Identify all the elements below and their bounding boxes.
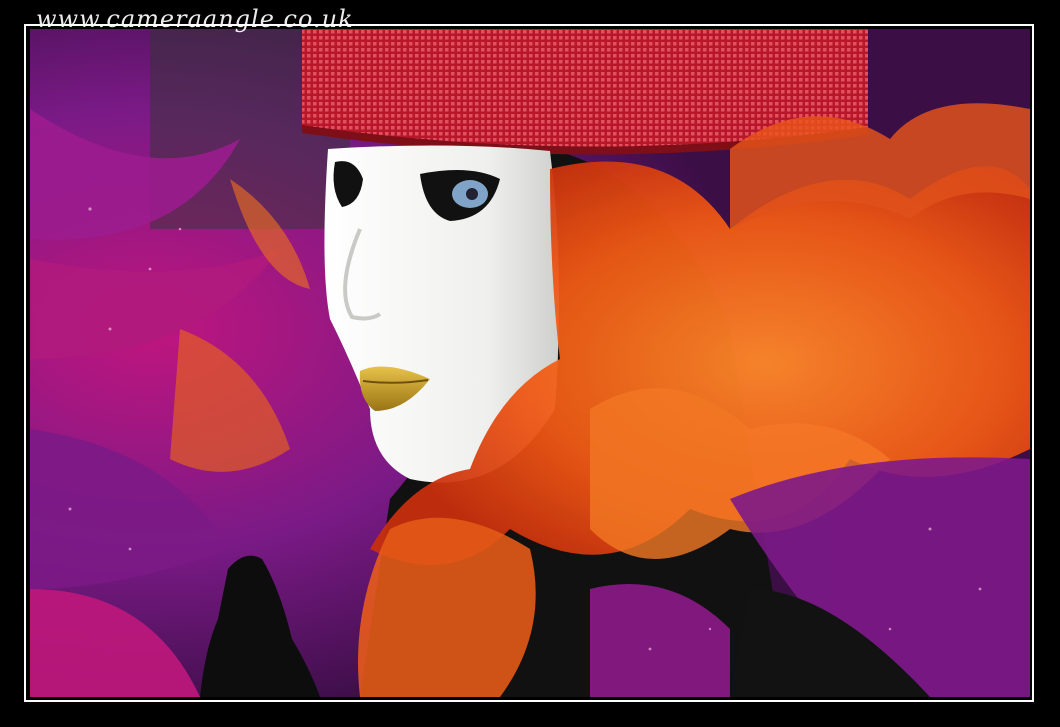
- watermark-text: www.cameraangle.co.uk: [36, 5, 354, 33]
- carnival-photo: [30, 29, 1030, 697]
